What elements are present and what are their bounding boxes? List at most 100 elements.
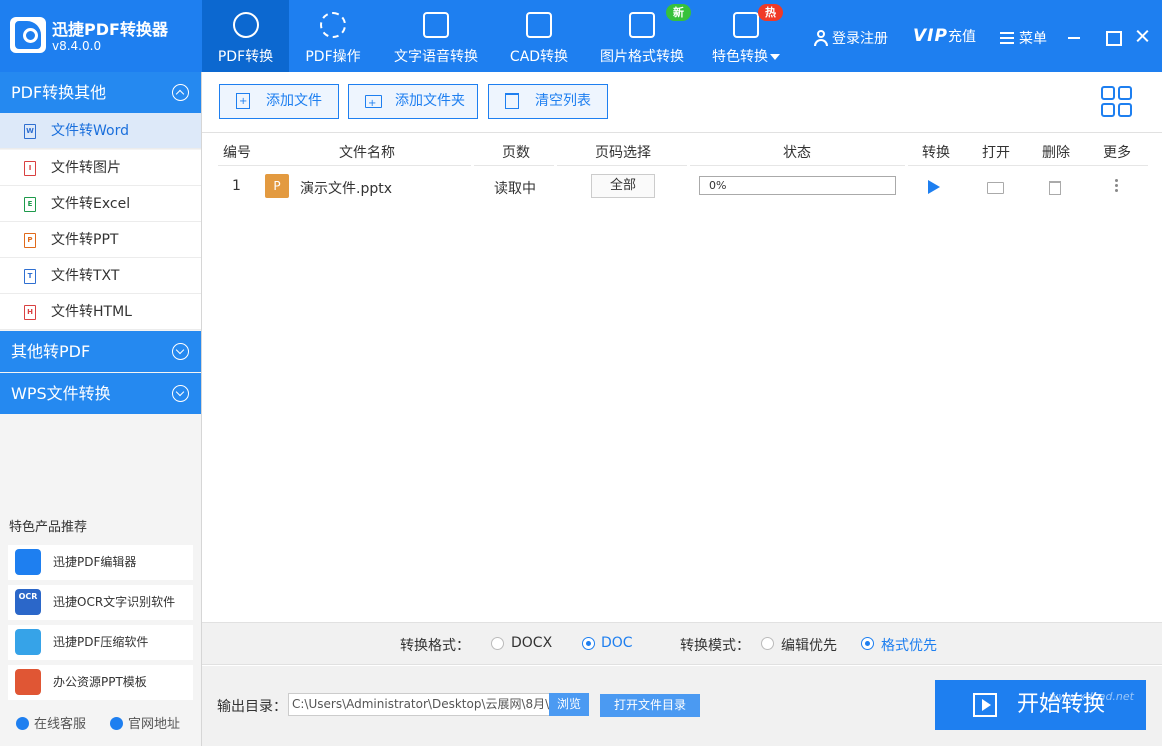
tab-cad-convert[interactable]: CAD转换 bbox=[500, 0, 578, 72]
minimize-button[interactable] bbox=[1066, 28, 1082, 44]
trash-icon bbox=[505, 93, 519, 109]
new-badge: 新 bbox=[666, 4, 691, 21]
menu-button[interactable]: 菜单 bbox=[1000, 28, 1047, 48]
sidebar-item-to-excel[interactable]: E 文件转Excel bbox=[0, 186, 201, 222]
add-file-icon bbox=[236, 85, 250, 118]
sidebar-item-to-word[interactable]: W 文件转Word bbox=[0, 113, 201, 149]
cad-icon bbox=[526, 12, 552, 38]
radio-format-priority-label[interactable]: 格式优先 bbox=[881, 635, 937, 655]
col-header-name: 文件名称 bbox=[339, 145, 395, 161]
sidebar-item-to-txt[interactable]: T 文件转TXT bbox=[0, 258, 201, 294]
output-bar: 输出目录： C:\Users\Administrator\Desktop\云展网… bbox=[202, 666, 1162, 746]
browser-icon bbox=[110, 717, 123, 730]
grid-view-icon bbox=[1101, 86, 1115, 100]
play-icon bbox=[973, 693, 997, 717]
login-button[interactable]: 登录注册 bbox=[814, 28, 888, 48]
hot-badge: 热 bbox=[758, 4, 783, 21]
col-header-convert: 转换 bbox=[922, 145, 950, 161]
radio-edit-priority-label[interactable]: 编辑优先 bbox=[781, 635, 837, 655]
row-index: 1 bbox=[232, 178, 241, 194]
radio-format-priority[interactable] bbox=[861, 637, 874, 650]
tab-special-convert[interactable]: 特色转换 热 bbox=[706, 0, 786, 72]
convert-icon bbox=[232, 12, 259, 38]
chevron-down-icon bbox=[172, 343, 189, 360]
radio-doc[interactable] bbox=[582, 637, 595, 650]
tab-pdf-convert[interactable]: PDF转换 bbox=[202, 0, 289, 72]
chevron-down-icon bbox=[770, 54, 780, 60]
gear-icon bbox=[320, 12, 346, 38]
maximize-button[interactable] bbox=[1104, 28, 1122, 46]
recommend-ocr[interactable]: OCR 迅捷OCR文字识别软件 bbox=[8, 585, 193, 620]
menu-icon bbox=[1000, 32, 1014, 44]
sidebar-item-to-image[interactable]: I 文件转图片 bbox=[0, 150, 201, 186]
col-header-status: 状态 bbox=[783, 145, 811, 161]
play-icon[interactable] bbox=[928, 180, 940, 194]
image-icon bbox=[629, 12, 655, 38]
main-panel: 添加文件 添加文件夹 清空列表 编号 文件名称 页数 页码选择 状态 转换 打开… bbox=[202, 72, 1162, 746]
txt-file-icon: T bbox=[24, 269, 36, 284]
ocr-icon: OCR bbox=[15, 589, 41, 615]
format-label: 转换格式： bbox=[400, 638, 470, 654]
file-table: 编号 文件名称 页数 页码选择 状态 转换 打开 删除 更多 1 P 演示文件.… bbox=[202, 132, 1162, 622]
start-convert-button[interactable]: 开始转换 www.xdcad.net bbox=[935, 680, 1146, 730]
col-header-page-select: 页码选择 bbox=[595, 145, 651, 161]
customer-service-icon bbox=[16, 717, 29, 730]
add-file-button[interactable]: 添加文件 bbox=[219, 84, 339, 119]
word-file-icon: W bbox=[24, 124, 36, 139]
page-select-dropdown[interactable]: 全部 bbox=[591, 174, 655, 198]
sidebar-section-pdf-to-other[interactable]: PDF转换其他 bbox=[0, 72, 201, 113]
html-file-icon: H bbox=[24, 305, 36, 320]
sidebar-item-to-ppt[interactable]: P 文件转PPT bbox=[0, 222, 201, 258]
row-file-name: 演示文件.pptx bbox=[300, 181, 392, 197]
close-button[interactable] bbox=[1134, 28, 1150, 44]
add-folder-button[interactable]: 添加文件夹 bbox=[348, 84, 478, 120]
tab-pdf-operations[interactable]: PDF操作 bbox=[292, 0, 374, 72]
tab-image-convert[interactable]: 图片格式转换 新 bbox=[594, 0, 691, 72]
chevron-up-icon bbox=[172, 84, 189, 101]
recommend-pdf-compress[interactable]: 迅捷PDF压缩软件 bbox=[8, 625, 193, 660]
output-label: 输出目录： bbox=[217, 699, 287, 715]
col-header-delete: 删除 bbox=[1042, 145, 1070, 161]
radio-edit-priority[interactable] bbox=[761, 637, 774, 650]
col-header-more: 更多 bbox=[1103, 145, 1131, 161]
format-bar: 转换格式： DOCX DOC 转换模式： 编辑优先 格式优先 bbox=[202, 622, 1162, 665]
browse-button[interactable]: 浏览 bbox=[549, 693, 589, 716]
radio-docx-label[interactable]: DOCX bbox=[511, 635, 552, 651]
star-icon bbox=[733, 12, 759, 38]
folder-open-icon[interactable] bbox=[987, 182, 1004, 194]
app-logo-icon bbox=[10, 17, 46, 53]
recommend-pdf-editor[interactable]: 迅捷PDF编辑器 bbox=[8, 545, 193, 580]
grid-view-button[interactable] bbox=[1101, 86, 1133, 118]
row-pages: 读取中 bbox=[494, 181, 536, 197]
chevron-down-icon bbox=[172, 385, 189, 402]
sidebar: PDF转换其他 W 文件转Word I 文件转图片 E 文件转Excel P 文… bbox=[0, 72, 202, 746]
clear-list-button[interactable]: 清空列表 bbox=[488, 84, 608, 119]
vip-recharge-button[interactable]: VIP充值 bbox=[913, 26, 976, 46]
online-service-link[interactable]: 在线客服 bbox=[16, 713, 86, 732]
user-icon bbox=[814, 30, 828, 46]
radio-doc-label[interactable]: DOC bbox=[601, 635, 633, 651]
open-directory-button[interactable]: 打开文件目录 bbox=[600, 694, 700, 717]
title-bar: 迅捷PDF转换器 v8.4.0.0 PDF转换 PDF操作 文字语音转换 CAD… bbox=[0, 0, 1162, 72]
app-name: 迅捷PDF转换器 bbox=[52, 20, 168, 39]
compress-icon bbox=[15, 629, 41, 655]
official-site-link[interactable]: 官网地址 bbox=[110, 713, 180, 732]
col-header-pages: 页数 bbox=[502, 145, 530, 161]
tab-text-speech[interactable]: 文字语音转换 bbox=[388, 0, 484, 72]
sidebar-section-other-to-pdf[interactable]: 其他转PDF bbox=[0, 331, 201, 372]
radio-docx[interactable] bbox=[491, 637, 504, 650]
add-folder-icon bbox=[365, 87, 382, 120]
trash-icon[interactable] bbox=[1049, 181, 1061, 195]
app-version: v8.4.0.0 bbox=[52, 39, 102, 53]
recommend-ppt-templates[interactable]: 办公资源PPT模板 bbox=[8, 665, 193, 700]
output-path-field[interactable]: C:\Users\Administrator\Desktop\云展网\8月\ bbox=[288, 693, 550, 716]
excel-file-icon: E bbox=[24, 197, 36, 212]
pdf-editor-icon bbox=[15, 549, 41, 575]
image-file-icon: I bbox=[24, 161, 36, 176]
progress-text: 0% bbox=[709, 179, 727, 192]
watermark: www.xdcad.net bbox=[1049, 690, 1134, 703]
more-icon[interactable] bbox=[1115, 179, 1118, 192]
sidebar-section-wps[interactable]: WPS文件转换 bbox=[0, 373, 201, 414]
sidebar-item-to-html[interactable]: H 文件转HTML bbox=[0, 294, 201, 330]
audio-wave-icon bbox=[423, 12, 449, 38]
